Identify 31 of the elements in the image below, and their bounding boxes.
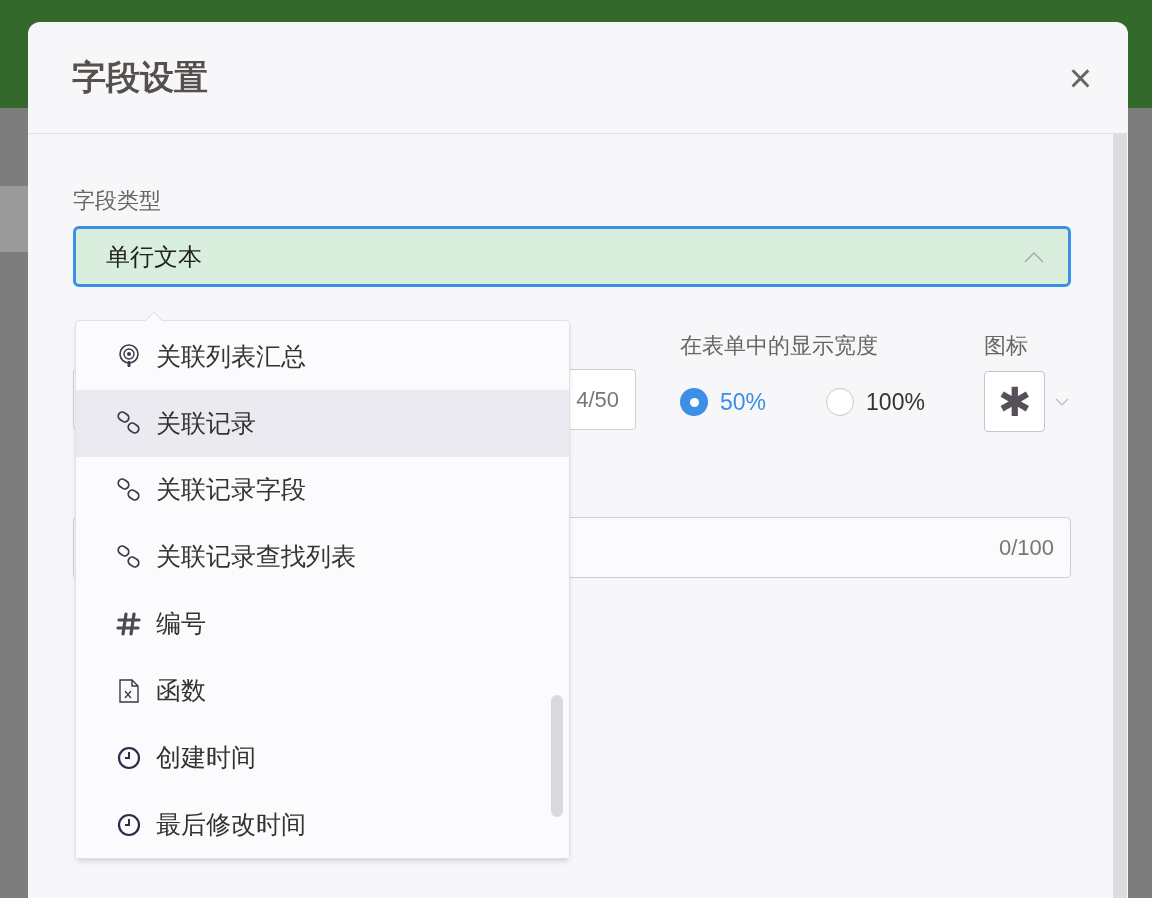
radio-option[interactable]: 100% [826,385,925,420]
dropdown-item[interactable]: 编号 [76,590,569,658]
background-toolbar [0,186,30,252]
caret-icon [1024,250,1044,263]
dropdown-item[interactable]: 最后修改时间 [76,791,569,858]
icon-picker[interactable]: ✱ [984,371,1045,432]
field-label: 在表单中的显示宽度 [680,335,879,357]
character-counter: 0/100 [998,534,1054,562]
dropdown-item[interactable]: 创建时间 [76,724,569,792]
radio-button[interactable] [680,388,708,417]
clock-icon [116,811,142,838]
link-icon [116,477,142,504]
target-icon [116,343,142,370]
dropdown-item[interactable]: 关联记录查找列表 [76,523,569,591]
dropdown-item[interactable]: 关联记录 [76,389,569,457]
dropdown-item[interactable]: 关联记录字段 [76,456,569,524]
field-label: 图标 [984,335,1029,357]
formula-file-icon [116,677,142,704]
link-icon [116,410,142,437]
close-button[interactable]: × [1068,57,1092,98]
character-counter: 4/50 [576,386,619,414]
caret-icon [1055,397,1069,406]
hash-icon [116,610,142,637]
dialog-title: 字段设置 [72,57,208,98]
dropdown-item[interactable]: 关联列表汇总 [76,323,569,390]
link-icon [116,544,142,571]
radio-button[interactable] [826,388,855,417]
clock-icon [116,744,142,771]
field-label: 字段类型 [73,190,162,212]
dropdown-item[interactable]: 函数 [76,657,569,725]
field-type-select[interactable]: 单行文本 [73,226,1071,287]
